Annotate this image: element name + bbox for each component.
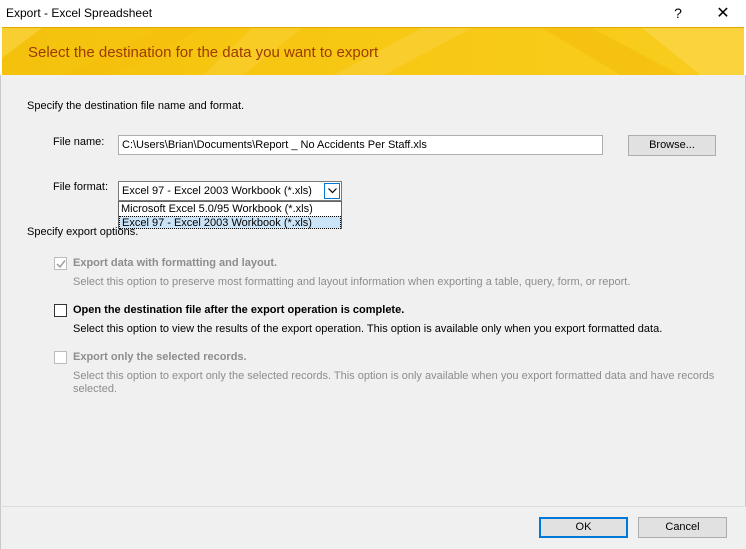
file-format-selected: Excel 97 - Excel 2003 Workbook (*.xls) [122,185,312,197]
format-option-excel97[interactable]: Excel 97 - Excel 2003 Workbook (*.xls) [119,216,341,229]
open-destination-title: Open the destination file after the expo… [73,304,405,316]
file-name-label: File name: [53,136,105,148]
window-title: Export - Excel Spreadsheet [6,6,153,20]
export-formatting-title: Export data with formatting and layout. [73,257,278,269]
export-formatting-description: Select this option to preserve most form… [73,276,631,288]
intro-text: Specify the destination file name and fo… [27,100,245,112]
dialog-content: Specify the destination file name and fo… [0,75,746,549]
close-button[interactable]: ✕ [710,0,736,27]
file-format-select[interactable]: Excel 97 - Excel 2003 Workbook (*.xls) [118,181,342,201]
footer: OK Cancel [2,507,746,549]
open-destination-description: Select this option to view the results o… [73,323,663,335]
format-option-excel95[interactable]: Microsoft Excel 5.0/95 Workbook (*.xls) [119,203,341,216]
banner-heading: Select the destination for the data you … [28,44,379,61]
open-destination-checkbox[interactable] [54,304,67,317]
file-name-input[interactable]: C:\Users\Brian\Documents\Report _ No Acc… [118,135,603,155]
title-bar: Export - Excel Spreadsheet ? ✕ [0,0,746,27]
help-button[interactable]: ? [666,0,690,27]
selected-records-description: Select this option to export only the se… [73,370,715,395]
browse-button[interactable]: Browse... [628,135,716,156]
file-format-dropdown: Microsoft Excel 5.0/95 Workbook (*.xls) … [118,201,342,229]
selected-records-checkbox[interactable] [54,351,67,364]
export-formatting-checkbox[interactable] [54,257,67,270]
file-format-label: File format: [53,181,109,193]
chevron-down-icon[interactable] [324,183,340,199]
header-banner: Select the destination for the data you … [2,27,744,75]
cancel-button[interactable]: Cancel [638,517,727,538]
checkmark-icon [56,260,66,269]
ok-button[interactable]: OK [539,517,628,538]
selected-records-title: Export only the selected records. [73,351,247,363]
